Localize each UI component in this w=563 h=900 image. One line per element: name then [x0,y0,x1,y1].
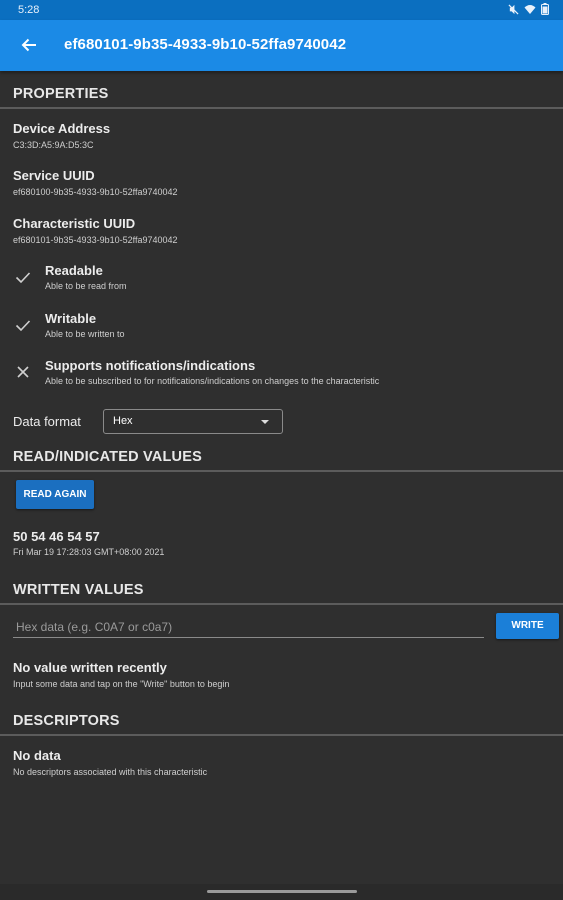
capability-readable-description: Able to be read from [45,281,127,291]
back-button[interactable] [16,32,42,58]
characteristic-uuid-value: ef680101-9b35-4933-9b10-52ffa9740042 [13,235,178,245]
written-empty-state: No value written recently Input some dat… [13,660,229,689]
status-icons [508,3,549,15]
written-values-header: WRITTEN VALUES [0,579,563,605]
capability-notifications-label: Supports notifications/indications [45,358,256,373]
written-empty-title: No value written recently [13,660,167,675]
capability-readable-label: Readable [45,263,103,278]
characteristic-uuid: Characteristic UUID ef680101-9b35-4933-9… [13,216,177,245]
read-value: 50 54 46 54 57 [13,529,100,544]
descriptors-empty-description: No descriptors associated with this char… [13,767,208,777]
read-timestamp: Fri Mar 19 17:28:03 GMT+08:00 2021 [13,547,165,557]
device-address-label: Device Address [13,121,111,136]
data-format-selected: Hex [113,415,133,427]
hex-data-input[interactable] [13,616,484,638]
descriptors-empty-state: No data No descriptors associated with t… [13,748,207,777]
check-icon [15,272,31,284]
close-icon [17,366,29,378]
page-title: ef680101-9b35-4933-9b10-52ffa9740042 [64,36,347,53]
service-uuid-value: ef680100-9b35-4933-9b10-52ffa9740042 [13,187,178,197]
home-gesture-handle[interactable] [207,890,357,893]
capability-writable: Writable Able to be written to [45,311,125,339]
app-bar: ef680101-9b35-4933-9b10-52ffa9740042 [0,20,563,71]
read-again-button[interactable]: READ AGAIN [16,480,94,509]
descriptors-header: DESCRIPTORS [0,710,563,736]
properties-header: PROPERTIES [0,83,563,109]
data-format-label: Data format [13,414,81,429]
capability-writable-label: Writable [45,311,97,326]
data-format-dropdown[interactable]: Hex [103,409,283,434]
capability-notifications: Supports notifications/indications Able … [45,358,379,386]
written-values-header-label: WRITTEN VALUES [13,582,144,598]
device-address-value: C3:3D:A5:9A:D5:3C [13,140,94,150]
service-uuid: Service UUID ef680100-9b35-4933-9b10-52f… [13,168,177,197]
status-bar: 5:28 [0,0,563,20]
written-empty-description: Input some data and tap on the "Write" b… [13,679,230,689]
read-values-header-label: READ/INDICATED VALUES [13,449,202,465]
descriptors-empty-title: No data [13,748,61,763]
descriptors-header-label: DESCRIPTORS [13,713,120,729]
battery-icon [541,3,549,15]
capability-readable: Readable Able to be read from [45,263,127,291]
mute-icon [508,3,519,15]
check-icon [15,320,31,332]
service-uuid-label: Service UUID [13,168,95,183]
arrow-left-icon [21,38,36,52]
characteristic-uuid-label: Characteristic UUID [13,216,136,231]
chevron-down-icon [261,420,269,424]
write-button[interactable]: WRITE [496,613,559,639]
status-time: 5:28 [18,4,40,16]
wifi-icon [524,4,536,14]
read-values-header: READ/INDICATED VALUES [0,446,563,472]
capability-notifications-description: Able to be subscribed to for notificatio… [45,376,380,386]
capability-writable-description: Able to be written to [45,329,125,339]
device-address: Device Address C3:3D:A5:9A:D5:3C [13,121,110,150]
properties-header-label: PROPERTIES [13,86,109,102]
